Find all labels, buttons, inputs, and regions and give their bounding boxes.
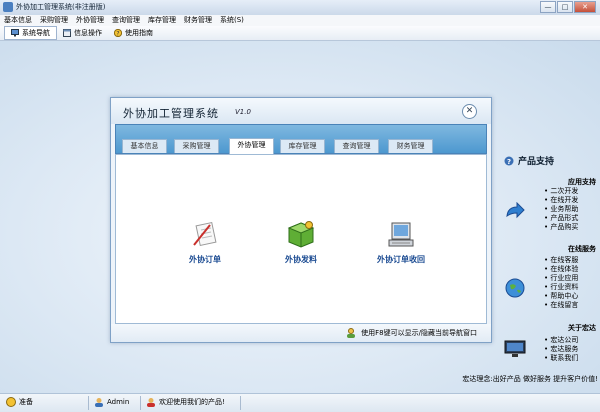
computer-receive-icon <box>388 222 414 247</box>
list-item[interactable]: 在线体验 <box>544 265 578 274</box>
tab-panel: 外协订单 外协发料 外协订单收回 <box>115 154 487 324</box>
function-label: 外协订单收回 <box>377 255 425 264</box>
tab-outsourcing[interactable]: 外协管理 <box>229 138 274 154</box>
dialog-version: V1.0 <box>235 108 251 116</box>
list-item[interactable]: 宏达服务 <box>544 345 578 354</box>
globe-icon <box>505 278 525 298</box>
window-icon <box>63 29 71 37</box>
app-support-list: 二次开发 在线开发 业务帮助 产品形式 产品购买 <box>544 187 578 232</box>
svg-text:?: ? <box>507 158 511 166</box>
tab-basic-info[interactable]: 基本信息 <box>122 139 167 153</box>
order-document-icon <box>193 221 217 247</box>
status-bar: 准备 Admin 欢迎使用我们的产品! <box>0 393 600 412</box>
dialog-header: 外协加工管理系统 V1.0 ✕ <box>111 98 491 124</box>
shortcut-hint: 使用F8键可以显示/隐藏当前导航窗口 <box>345 328 477 338</box>
arrow-icon <box>506 202 525 219</box>
function-label: 外协订单 <box>189 255 221 264</box>
list-item[interactable]: 宏达公司 <box>544 336 578 345</box>
toolbar-system-nav-button[interactable]: 系统导航 <box>4 26 57 40</box>
status-state-text: 准备 <box>19 398 33 406</box>
navigation-dialog: 外协加工管理系统 V1.0 ✕ 基本信息 采购管理 外协管理 库存管理 查询管理… <box>110 97 492 343</box>
user-icon <box>95 398 103 407</box>
help-icon: ? <box>114 29 122 37</box>
product-support-header: ? 产品支持 <box>504 154 554 167</box>
dialog-close-button[interactable]: ✕ <box>462 104 477 119</box>
minimize-button[interactable]: — <box>540 1 556 13</box>
status-separator <box>88 396 89 410</box>
section-title: 关于宏达 <box>568 324 596 332</box>
list-item[interactable]: 联系我们 <box>544 354 578 363</box>
maximize-button[interactable]: □ <box>557 1 573 13</box>
svg-text:?: ? <box>116 30 119 37</box>
product-support-title: 产品支持 <box>518 157 555 167</box>
menu-bar: 基本信息 采购管理 外协管理 查询管理 库存管理 财务管理 系统(S) <box>0 15 600 26</box>
list-item[interactable]: 在线客服 <box>544 256 578 265</box>
menu-system[interactable]: 系统(S) <box>216 15 248 26</box>
hint-text: 使用F8键可以显示/隐藏当前导航窗口 <box>361 329 477 337</box>
list-item[interactable]: 行业资料 <box>544 283 578 292</box>
section-title: 应用支持 <box>568 178 596 186</box>
status-welcome: 欢迎使用我们的产品! <box>146 397 225 407</box>
material-box-icon <box>287 221 315 248</box>
list-item[interactable]: 在线留言 <box>544 301 578 310</box>
list-item[interactable]: 产品购买 <box>544 223 578 232</box>
toolbar-label: 系统导航 <box>22 29 50 37</box>
toolbar: 系统导航 信息操作 ? 使用指南 <box>0 26 600 41</box>
monitor-icon <box>11 29 19 37</box>
status-state: 准备 <box>6 397 33 407</box>
status-welcome-text: 欢迎使用我们的产品! <box>159 398 225 406</box>
function-label: 外协发料 <box>285 255 317 264</box>
status-icon <box>6 397 16 407</box>
tab-query[interactable]: 查询管理 <box>334 139 379 153</box>
outsourcing-issue-button[interactable]: 外协发料 <box>256 219 346 265</box>
status-user-text: Admin <box>107 398 130 406</box>
dialog-title: 外协加工管理系统 <box>123 107 219 120</box>
monitor-icon <box>504 340 526 357</box>
toolbar-label: 使用指南 <box>125 29 153 37</box>
toolbar-label: 信息操作 <box>74 29 102 37</box>
status-user: Admin <box>94 397 129 407</box>
about-list: 宏达公司 宏达服务 联系我们 <box>544 336 578 363</box>
outsourcing-return-button[interactable]: 外协订单收回 <box>356 219 446 265</box>
toolbar-guide-button[interactable]: ? 使用指南 <box>108 27 159 39</box>
user-hint-icon <box>347 328 356 338</box>
status-separator <box>240 396 241 410</box>
list-item[interactable]: 在线开发 <box>544 196 578 205</box>
list-item[interactable]: 产品形式 <box>544 214 578 223</box>
close-button[interactable]: ✕ <box>574 1 596 13</box>
tab-strip: 基本信息 采购管理 外协管理 库存管理 查询管理 财务管理 <box>115 124 487 154</box>
list-item[interactable]: 帮助中心 <box>544 292 578 301</box>
user-icon <box>147 398 155 407</box>
menu-outsourcing[interactable]: 外协管理 <box>72 15 108 26</box>
tab-finance[interactable]: 财务管理 <box>388 139 433 153</box>
online-service-list: 在线客服 在线体验 行业应用 行业资料 帮助中心 在线留言 <box>544 256 578 310</box>
dialog-footer: 使用F8键可以显示/隐藏当前导航窗口 <box>111 324 491 342</box>
list-item[interactable]: 业务帮助 <box>544 205 578 214</box>
section-title: 在线服务 <box>568 245 596 253</box>
window-title: 外协加工管理系统(非注册版) <box>16 3 106 11</box>
list-item[interactable]: 行业应用 <box>544 274 578 283</box>
product-support-panel: ? 产品支持 应用支持 二次开发 在线开发 业务帮助 产品形式 产品购买 在线服… <box>462 150 600 392</box>
list-item[interactable]: 二次开发 <box>544 187 578 196</box>
company-slogan: 宏达理念:出好产品 做好服务 提升客户价值! <box>462 375 598 383</box>
menu-query[interactable]: 查询管理 <box>108 15 144 26</box>
outsourcing-order-button[interactable]: 外协订单 <box>160 219 250 265</box>
menu-basic-info[interactable]: 基本信息 <box>0 15 36 26</box>
toolbar-info-op-button[interactable]: 信息操作 <box>57 27 108 39</box>
tab-inventory[interactable]: 库存管理 <box>280 139 325 153</box>
menu-inventory[interactable]: 库存管理 <box>144 15 180 26</box>
menu-finance[interactable]: 财务管理 <box>180 15 216 26</box>
menu-purchase[interactable]: 采购管理 <box>36 15 72 26</box>
tab-purchase[interactable]: 采购管理 <box>174 139 219 153</box>
help-icon: ? <box>504 156 514 166</box>
window-titlebar: 外协加工管理系统(非注册版) — □ ✕ <box>0 0 600 16</box>
status-separator <box>140 396 141 410</box>
app-icon <box>3 2 13 12</box>
